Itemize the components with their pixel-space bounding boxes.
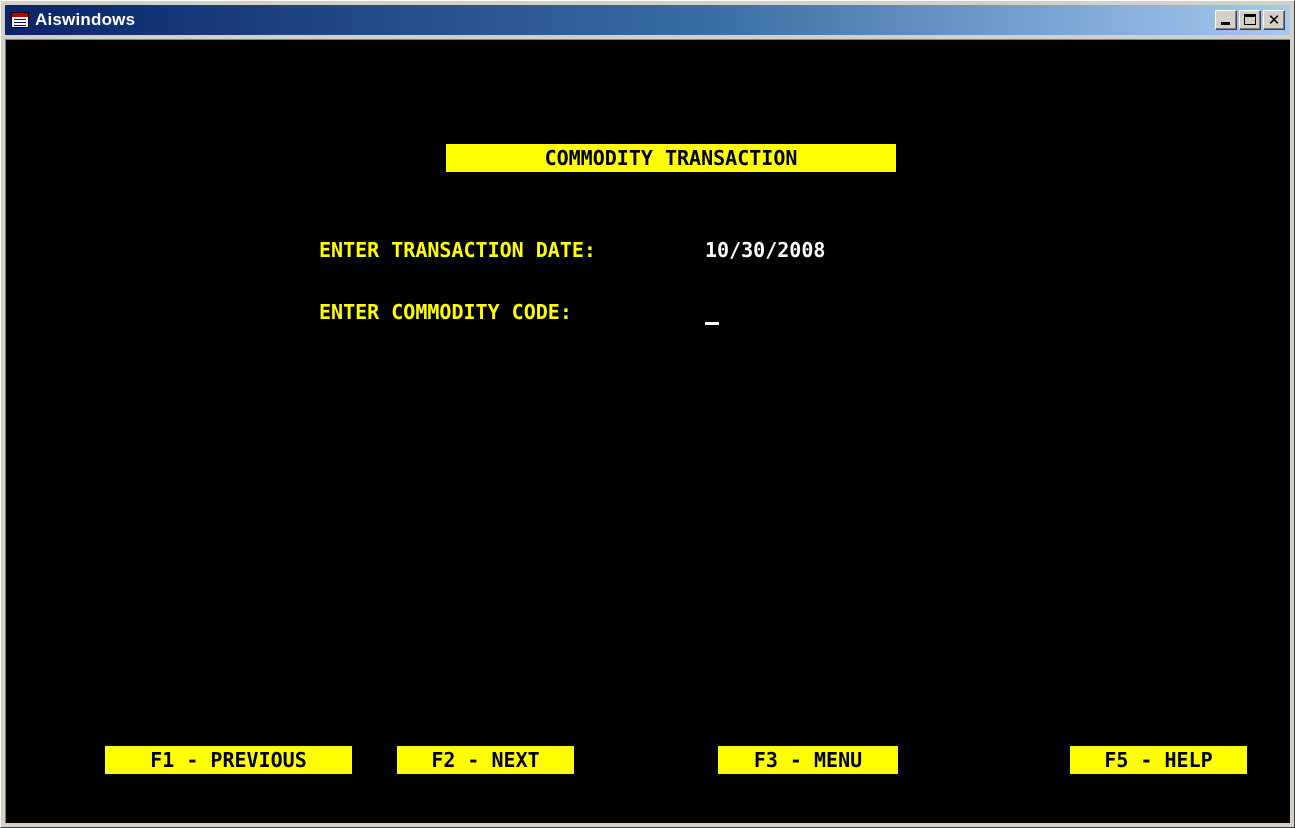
title-bar[interactable]: Aiswindows ✕	[5, 5, 1290, 35]
transaction-date-value[interactable]: 10/30/2008	[705, 236, 825, 264]
f1-previous-button[interactable]: F1 - PREVIOUS	[105, 746, 352, 774]
window-title: Aiswindows	[35, 10, 136, 29]
text-cursor	[705, 322, 719, 325]
minimize-button[interactable]	[1215, 10, 1237, 30]
maximize-button[interactable]	[1239, 10, 1261, 30]
transaction-date-label: ENTER TRANSACTION DATE:	[319, 238, 596, 262]
maximize-icon	[1244, 14, 1256, 25]
terminal-screen[interactable]: COMMODITY TRANSACTION ENTER TRANSACTION …	[5, 39, 1290, 823]
screen-title: COMMODITY TRANSACTION	[446, 144, 896, 172]
f3-menu-button[interactable]: F3 - MENU	[718, 746, 898, 774]
minimize-icon	[1221, 22, 1230, 25]
f2-next-button[interactable]: F2 - NEXT	[397, 746, 574, 774]
f5-help-button[interactable]: F5 - HELP	[1070, 746, 1247, 774]
commodity-code-label: ENTER COMMODITY CODE:	[319, 300, 572, 324]
close-button[interactable]: ✕	[1263, 10, 1285, 30]
close-icon: ✕	[1267, 10, 1281, 29]
window-app-icon[interactable]	[11, 12, 29, 28]
window-controls: ✕	[1215, 10, 1285, 30]
app-window: Aiswindows ✕ COMMODITY TRANSACTION ENTER…	[0, 0, 1295, 828]
